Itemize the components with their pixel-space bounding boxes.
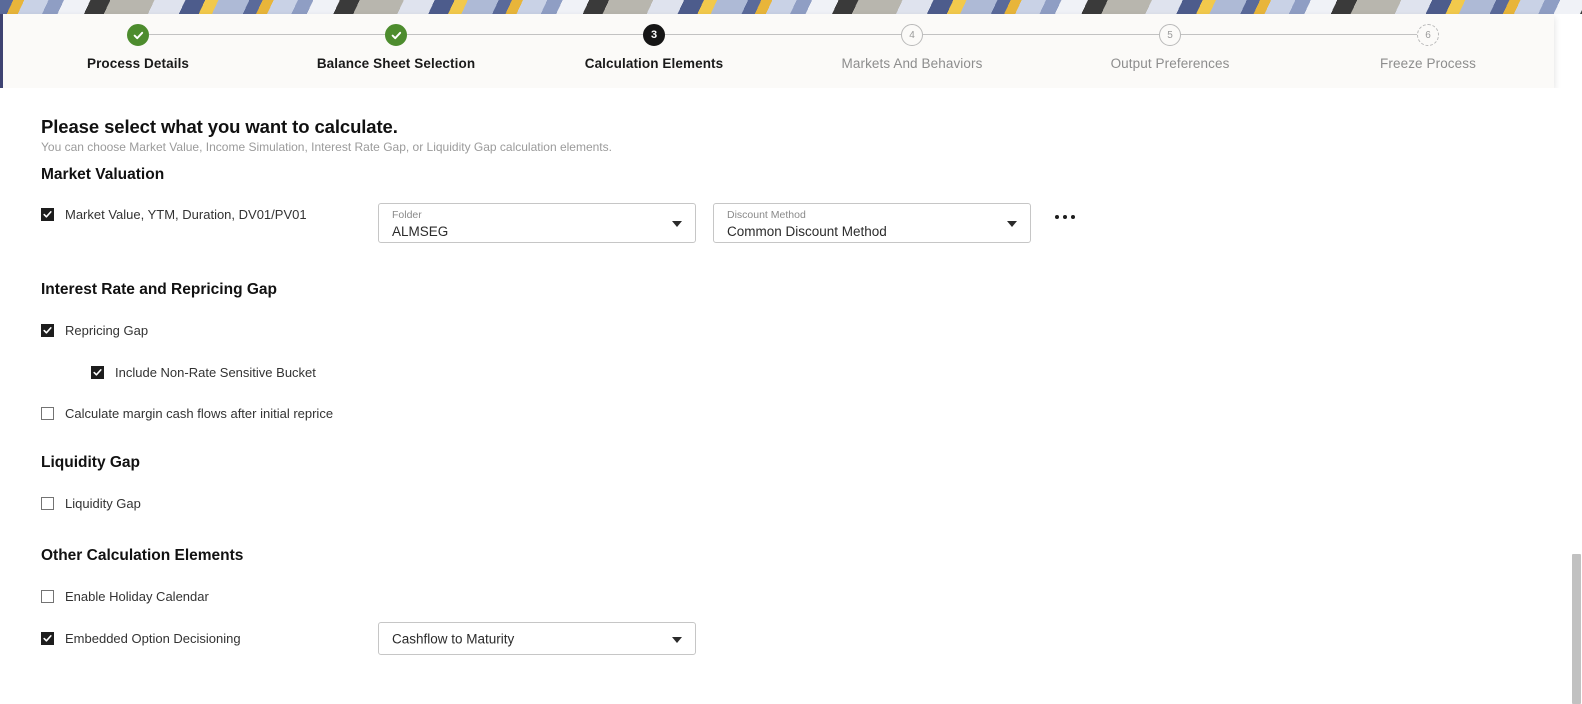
main-content: Please select what you want to calculate… [0,88,1570,678]
checkbox-label-market-value: Market Value, YTM, Duration, DV01/PV01 [65,206,307,222]
stepper-label-process-details: Process Details [86,56,190,71]
discount-method-select-label: Discount Method [727,209,806,221]
section-heading-interest-rate-gap: Interest Rate and Repricing Gap [41,281,277,298]
stepper-connector-1-2 [149,34,385,35]
checkbox-enable-holiday-calendar[interactable] [41,589,54,603]
stepper-connector-4-5 [923,34,1159,35]
step-number-badge: 4 [901,24,923,46]
checkbox-label-embedded-option-decisioning: Embedded Option Decisioning [65,630,241,646]
embedded-option-select-value: Cashflow to Maturity [392,631,515,646]
section-heading-market-valuation: Market Valuation [41,166,165,183]
checkbox-market-value[interactable] [41,207,54,221]
vertical-scrollbar[interactable] [1570,88,1582,704]
wizard-stepper: Process Details Balance Sheet Selection … [3,14,1554,88]
kebab-dot [1063,215,1067,219]
stepper-label-markets-and-behaviors: Markets And Behaviors [841,56,983,71]
checkbox-label-enable-holiday-calendar: Enable Holiday Calendar [65,588,209,604]
stepper-item-markets-and-behaviors[interactable]: 4 Markets And Behaviors [802,24,1022,71]
folder-select[interactable]: Folder ALMSEG [378,203,696,243]
stepper-label-output-preferences: Output Preferences [1110,56,1230,71]
kebab-dot [1071,215,1075,219]
checkbox-row-embedded-option-decisioning[interactable]: Embedded Option Decisioning [41,628,241,648]
stepper-connector-3-4 [665,34,901,35]
step-number-badge: 3 [643,24,665,46]
checkbox-calculate-margin-cash-flows[interactable] [41,406,54,420]
chevron-down-icon[interactable] [1007,221,1017,227]
step-number-badge: 5 [1159,24,1181,46]
stepper-item-process-details[interactable]: Process Details [28,24,248,71]
stepper-label-freeze-process: Freeze Process [1380,56,1476,71]
section-heading-liquidity-gap: Liquidity Gap [41,454,141,471]
checkbox-row-market-value[interactable]: Market Value, YTM, Duration, DV01/PV01 [41,204,307,224]
checkbox-liquidity-gap[interactable] [41,496,54,510]
page-subtitle: You can choose Market Value, Income Simu… [41,140,612,154]
checkbox-include-non-rate-sensitive-bucket[interactable] [91,365,104,379]
step-number-badge-dashed: 6 [1417,24,1439,46]
checkbox-label-calculate-margin-cash-flows: Calculate margin cash flows after initia… [65,405,334,421]
stepper-connector-2-3 [407,34,643,35]
checkbox-embedded-option-decisioning[interactable] [41,631,54,645]
chevron-down-icon[interactable] [672,221,682,227]
checkbox-row-repricing-gap[interactable]: Repricing Gap [41,320,148,340]
stepper-label-calculation-elements: Calculation Elements [584,56,724,71]
folder-select-label: Folder [392,209,422,221]
page-title: Please select what you want to calculate… [41,116,398,137]
kebab-dot [1055,215,1059,219]
folder-select-value: ALMSEG [392,224,449,239]
stepper-item-freeze-process[interactable]: 6 Freeze Process [1318,24,1538,71]
step-check-icon [127,24,149,46]
stepper-connector-5-6 [1181,34,1417,35]
step-check-icon [385,24,407,46]
checkbox-repricing-gap[interactable] [41,323,54,337]
discount-method-select[interactable]: Discount Method Common Discount Method [713,203,1031,243]
embedded-option-select[interactable]: Cashflow to Maturity [378,622,696,655]
more-options-icon[interactable] [1055,215,1075,219]
stepper-label-balance-sheet-selection: Balance Sheet Selection [316,56,476,71]
checkbox-label-include-non-rate-sensitive-bucket: Include Non-Rate Sensitive Bucket [115,364,316,380]
chevron-down-icon[interactable] [672,636,682,643]
checkbox-row-include-non-rate-sensitive-bucket[interactable]: Include Non-Rate Sensitive Bucket [91,362,316,382]
checkbox-row-liquidity-gap[interactable]: Liquidity Gap [41,493,141,513]
discount-method-select-value: Common Discount Method [727,224,887,239]
vertical-scrollbar-thumb[interactable] [1572,554,1581,704]
checkbox-label-liquidity-gap: Liquidity Gap [65,495,141,511]
section-heading-other-calculation-elements: Other Calculation Elements [41,547,244,564]
stepper-item-output-preferences[interactable]: 5 Output Preferences [1060,24,1280,71]
checkbox-label-repricing-gap: Repricing Gap [65,322,149,338]
wizard-stepper-panel: Process Details Balance Sheet Selection … [0,14,1554,88]
checkbox-row-calculate-margin-cash-flows[interactable]: Calculate margin cash flows after initia… [41,403,333,423]
stepper-item-calculation-elements[interactable]: 3 Calculation Elements [544,24,764,71]
checkbox-row-enable-holiday-calendar[interactable]: Enable Holiday Calendar [41,586,209,606]
decorative-banner [0,0,1582,14]
stepper-item-balance-sheet-selection[interactable]: Balance Sheet Selection [286,24,506,71]
